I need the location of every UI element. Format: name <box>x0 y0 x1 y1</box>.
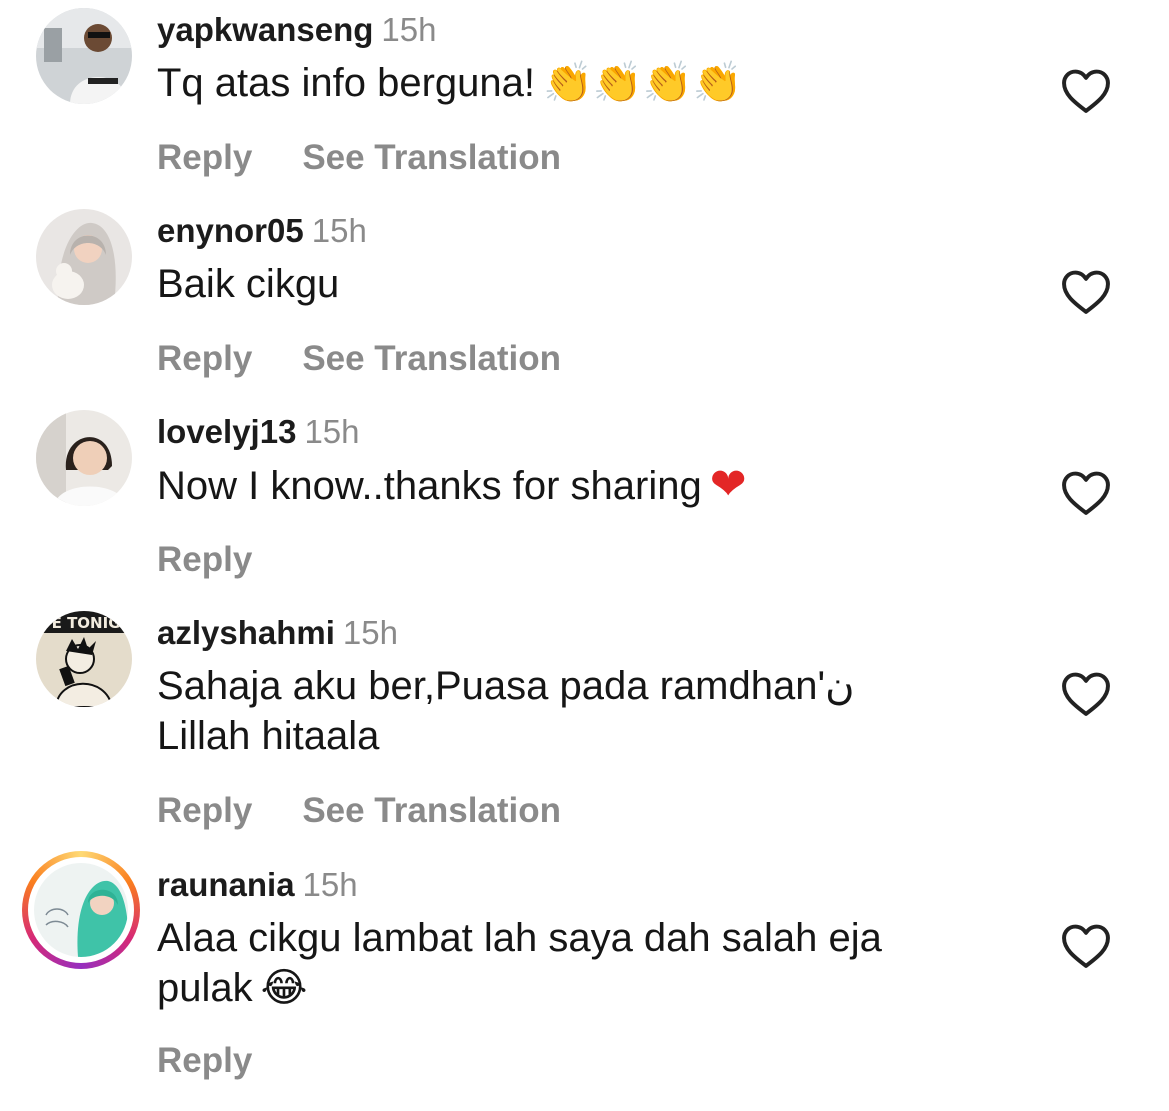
username[interactable]: yapkwanseng <box>157 11 373 48</box>
comment-header: yapkwanseng 15h <box>157 10 436 50</box>
reply-button[interactable]: Reply <box>157 1041 252 1081</box>
see-translation-button[interactable]: See Translation <box>302 339 561 379</box>
timestamp: 15h <box>302 866 358 903</box>
avatar-photo <box>36 410 132 506</box>
comment-body: Now I know..thanks for sharing <box>157 464 702 508</box>
timestamp: 15h <box>342 614 398 651</box>
see-translation-button[interactable]: See Translation <box>302 791 561 831</box>
comment-actions: Reply See Translation <box>157 339 561 379</box>
tears-of-joy-emoji: 😂 <box>260 965 308 1011</box>
comment-actions: Reply <box>157 1041 252 1081</box>
comment-text: Now I know..thanks for sharing ❤ <box>157 460 977 511</box>
clapping-hands-emoji: 👏👏👏👏 <box>543 60 743 106</box>
comment-actions: Reply See Translation <box>157 138 561 178</box>
comment-text: Baik cikgu <box>157 259 977 309</box>
comment-body: Tq atas info berguna! <box>157 61 536 105</box>
comment-body: Baik cikgu <box>157 262 340 306</box>
avatar-photo: VE TONIGH <box>36 611 132 707</box>
red-heart-emoji: ❤ <box>709 459 747 510</box>
comment-text: Alaa cikgu lambat lah saya dah salah eja… <box>157 913 957 1013</box>
comment-header: azlyshahmi 15h <box>157 613 398 653</box>
see-translation-button[interactable]: See Translation <box>302 138 561 178</box>
comment-text: Tq atas info berguna! 👏👏👏👏 <box>157 58 977 108</box>
reply-button[interactable]: Reply <box>157 138 252 178</box>
username[interactable]: enynor05 <box>157 212 304 249</box>
username[interactable]: azlyshahmi <box>157 614 335 651</box>
comment-body: Sahaja aku ber,Puasa pada ramdhan'ن Lill… <box>157 664 855 758</box>
avatar[interactable]: VE TONIGH <box>36 611 132 707</box>
avatar[interactable] <box>36 209 132 305</box>
avatar-photo <box>34 863 128 957</box>
avatar <box>34 863 128 957</box>
timestamp: 15h <box>304 413 360 450</box>
avatar-photo <box>36 209 132 305</box>
comment-header: lovelyj13 15h <box>157 412 360 452</box>
reply-button[interactable]: Reply <box>157 540 252 580</box>
heart-outline-icon[interactable] <box>1060 269 1112 315</box>
heart-outline-icon[interactable] <box>1060 671 1112 717</box>
avatar-lettering: VE TONIGH <box>40 614 132 632</box>
reply-button[interactable]: Reply <box>157 339 252 379</box>
comment-header: enynor05 15h <box>157 211 367 251</box>
avatar[interactable] <box>36 8 132 104</box>
timestamp: 15h <box>381 11 437 48</box>
username[interactable]: raunania <box>157 866 295 903</box>
reply-button[interactable]: Reply <box>157 791 252 831</box>
heart-outline-icon[interactable] <box>1060 470 1112 516</box>
comment-actions: Reply <box>157 540 252 580</box>
comment-actions: Reply See Translation <box>157 791 561 831</box>
heart-outline-icon[interactable] <box>1060 68 1112 114</box>
comment-header: raunania 15h <box>157 865 358 905</box>
avatar-story-ring[interactable] <box>22 851 140 969</box>
avatar[interactable] <box>36 410 132 506</box>
heart-outline-icon[interactable] <box>1060 923 1112 969</box>
comment-text: Sahaja aku ber,Puasa pada ramdhan'ن Lill… <box>157 661 917 761</box>
timestamp: 15h <box>311 212 367 249</box>
avatar-photo <box>36 8 132 104</box>
username[interactable]: lovelyj13 <box>157 413 296 450</box>
